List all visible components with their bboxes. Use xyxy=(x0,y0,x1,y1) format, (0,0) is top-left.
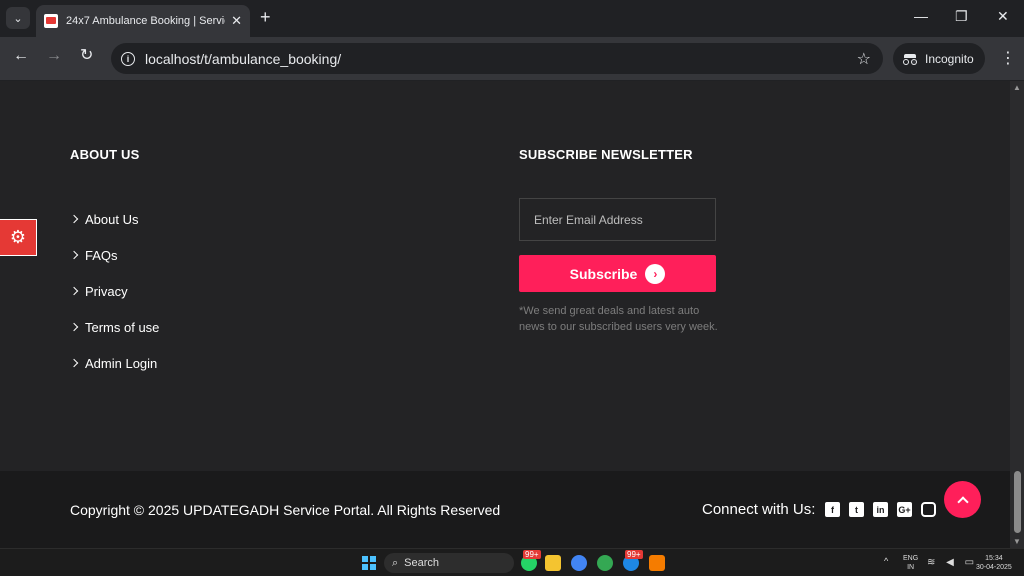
tab-title: 24x7 Ambulance Booking | Service xyxy=(66,15,226,27)
site-favicon-icon xyxy=(44,14,58,28)
scroll-down-arrow-icon[interactable]: ▼ xyxy=(1013,537,1021,546)
incognito-label: Incognito xyxy=(925,51,974,66)
footer-bottom: Copyright © 2025 UPDATEGADH Service Port… xyxy=(0,471,1010,548)
scrollbar-thumb[interactable] xyxy=(1014,471,1021,533)
restore-icon[interactable]: ❐ xyxy=(955,8,968,25)
chevron-right-icon xyxy=(69,214,79,224)
footer-links: About Us FAQs Privacy Terms of use Admin… xyxy=(69,201,159,381)
url-text[interactable]: localhost/t/ambulance_booking/ xyxy=(145,51,341,67)
settings-gear-button[interactable]: ⚙ xyxy=(0,219,37,256)
newsletter-note: *We send great deals and latest auto new… xyxy=(519,305,718,333)
browser-tab-bar: ⌄ 24x7 Ambulance Booking | Service ✕ + —… xyxy=(0,0,1024,37)
clock[interactable]: 15:34 30-04-2025 xyxy=(976,554,1012,572)
about-us-heading: ABOUT US xyxy=(70,147,140,162)
incognito-icon xyxy=(903,53,917,65)
facebook-icon[interactable]: f xyxy=(825,502,840,517)
wifi-volume-battery-icons[interactable]: ≋ ◀ ▭ xyxy=(927,557,978,568)
bookmark-star-icon[interactable]: ☆ xyxy=(857,49,871,69)
subscribe-button[interactable]: Subscribe › xyxy=(519,255,716,292)
footer-link-about-us[interactable]: About Us xyxy=(69,201,159,237)
linkedin-icon[interactable]: in xyxy=(873,502,888,517)
page-scrollbar[interactable]: ▲ ▼ xyxy=(1010,81,1024,548)
chevron-up-icon xyxy=(956,495,969,508)
copyright-text: Copyright © 2025 UPDATEGADH Service Port… xyxy=(70,502,501,518)
forward-arrow-icon[interactable]: → xyxy=(46,48,62,64)
reload-icon[interactable]: ↻ xyxy=(80,48,93,64)
footer-link-admin-login[interactable]: Admin Login xyxy=(69,345,159,381)
subscribe-label: Subscribe xyxy=(569,265,638,282)
newsletter-heading: SUBSCRIBE NEWSLETTER xyxy=(519,147,693,162)
site-info-icon[interactable]: i xyxy=(121,51,135,66)
twitter-icon[interactable]: t xyxy=(849,502,864,517)
newsletter-email-input[interactable] xyxy=(519,198,716,241)
close-tab-icon[interactable]: ✕ xyxy=(231,13,242,29)
footer-link-privacy[interactable]: Privacy xyxy=(69,273,159,309)
windows-start-icon[interactable] xyxy=(362,556,376,570)
chevron-right-icon xyxy=(69,250,79,260)
connect-label: Connect with Us: xyxy=(702,501,816,518)
search-icon: ⌕ xyxy=(392,556,399,569)
page-viewport: ABOUT US About Us FAQs Privacy Terms of … xyxy=(0,81,1010,548)
whatsapp-badge: 99+ xyxy=(523,550,541,559)
chevron-right-icon xyxy=(69,322,79,332)
messaging-badge: 99+ xyxy=(625,550,643,559)
os-taskbar: ⌕ Search 99+ 99+ ^ ENG IN ≋ ◀ ▭ 15:34 30… xyxy=(0,548,1024,576)
google-plus-icon[interactable]: G+ xyxy=(897,502,912,517)
back-arrow-icon[interactable]: ← xyxy=(13,48,29,64)
footer-link-faqs[interactable]: FAQs xyxy=(69,237,159,273)
minimize-icon[interactable]: — xyxy=(914,8,928,24)
arrow-right-circle-icon: › xyxy=(645,263,666,284)
file-explorer-icon[interactable] xyxy=(545,555,561,571)
footer-link-terms[interactable]: Terms of use xyxy=(69,309,159,345)
footer-top: ABOUT US About Us FAQs Privacy Terms of … xyxy=(0,81,1010,471)
taskbar-search-label: Search xyxy=(404,557,440,569)
chevron-right-icon xyxy=(69,286,79,296)
gear-icon: ⚙ xyxy=(9,227,27,247)
browser-tab[interactable]: 24x7 Ambulance Booking | Service ✕ xyxy=(36,5,250,37)
scroll-up-arrow-icon[interactable]: ▲ xyxy=(1013,83,1021,92)
address-bar[interactable]: i localhost/t/ambulance_booking/ ☆ xyxy=(111,43,883,74)
scroll-to-top-button[interactable] xyxy=(944,481,981,518)
tab-search-button[interactable]: ⌄ xyxy=(6,7,30,29)
chrome-icon[interactable] xyxy=(571,555,587,571)
incognito-indicator[interactable]: Incognito xyxy=(893,43,985,74)
browser-toolbar: ← → ↻ i localhost/t/ambulance_booking/ ☆… xyxy=(0,37,1024,80)
instagram-icon[interactable] xyxy=(921,502,936,517)
browser-menu-icon[interactable]: ⋮ xyxy=(1000,48,1016,68)
taskbar-search[interactable]: ⌕ Search xyxy=(384,553,514,573)
chevron-right-icon xyxy=(69,358,79,368)
xampp-icon[interactable] xyxy=(649,555,665,571)
window-close-icon[interactable]: ✕ xyxy=(997,8,1009,25)
chrome-incognito-icon[interactable] xyxy=(597,555,613,571)
new-tab-button[interactable]: + xyxy=(260,8,271,26)
tray-chevron-up-icon[interactable]: ^ xyxy=(884,557,888,566)
language-indicator[interactable]: ENG IN xyxy=(903,554,918,572)
